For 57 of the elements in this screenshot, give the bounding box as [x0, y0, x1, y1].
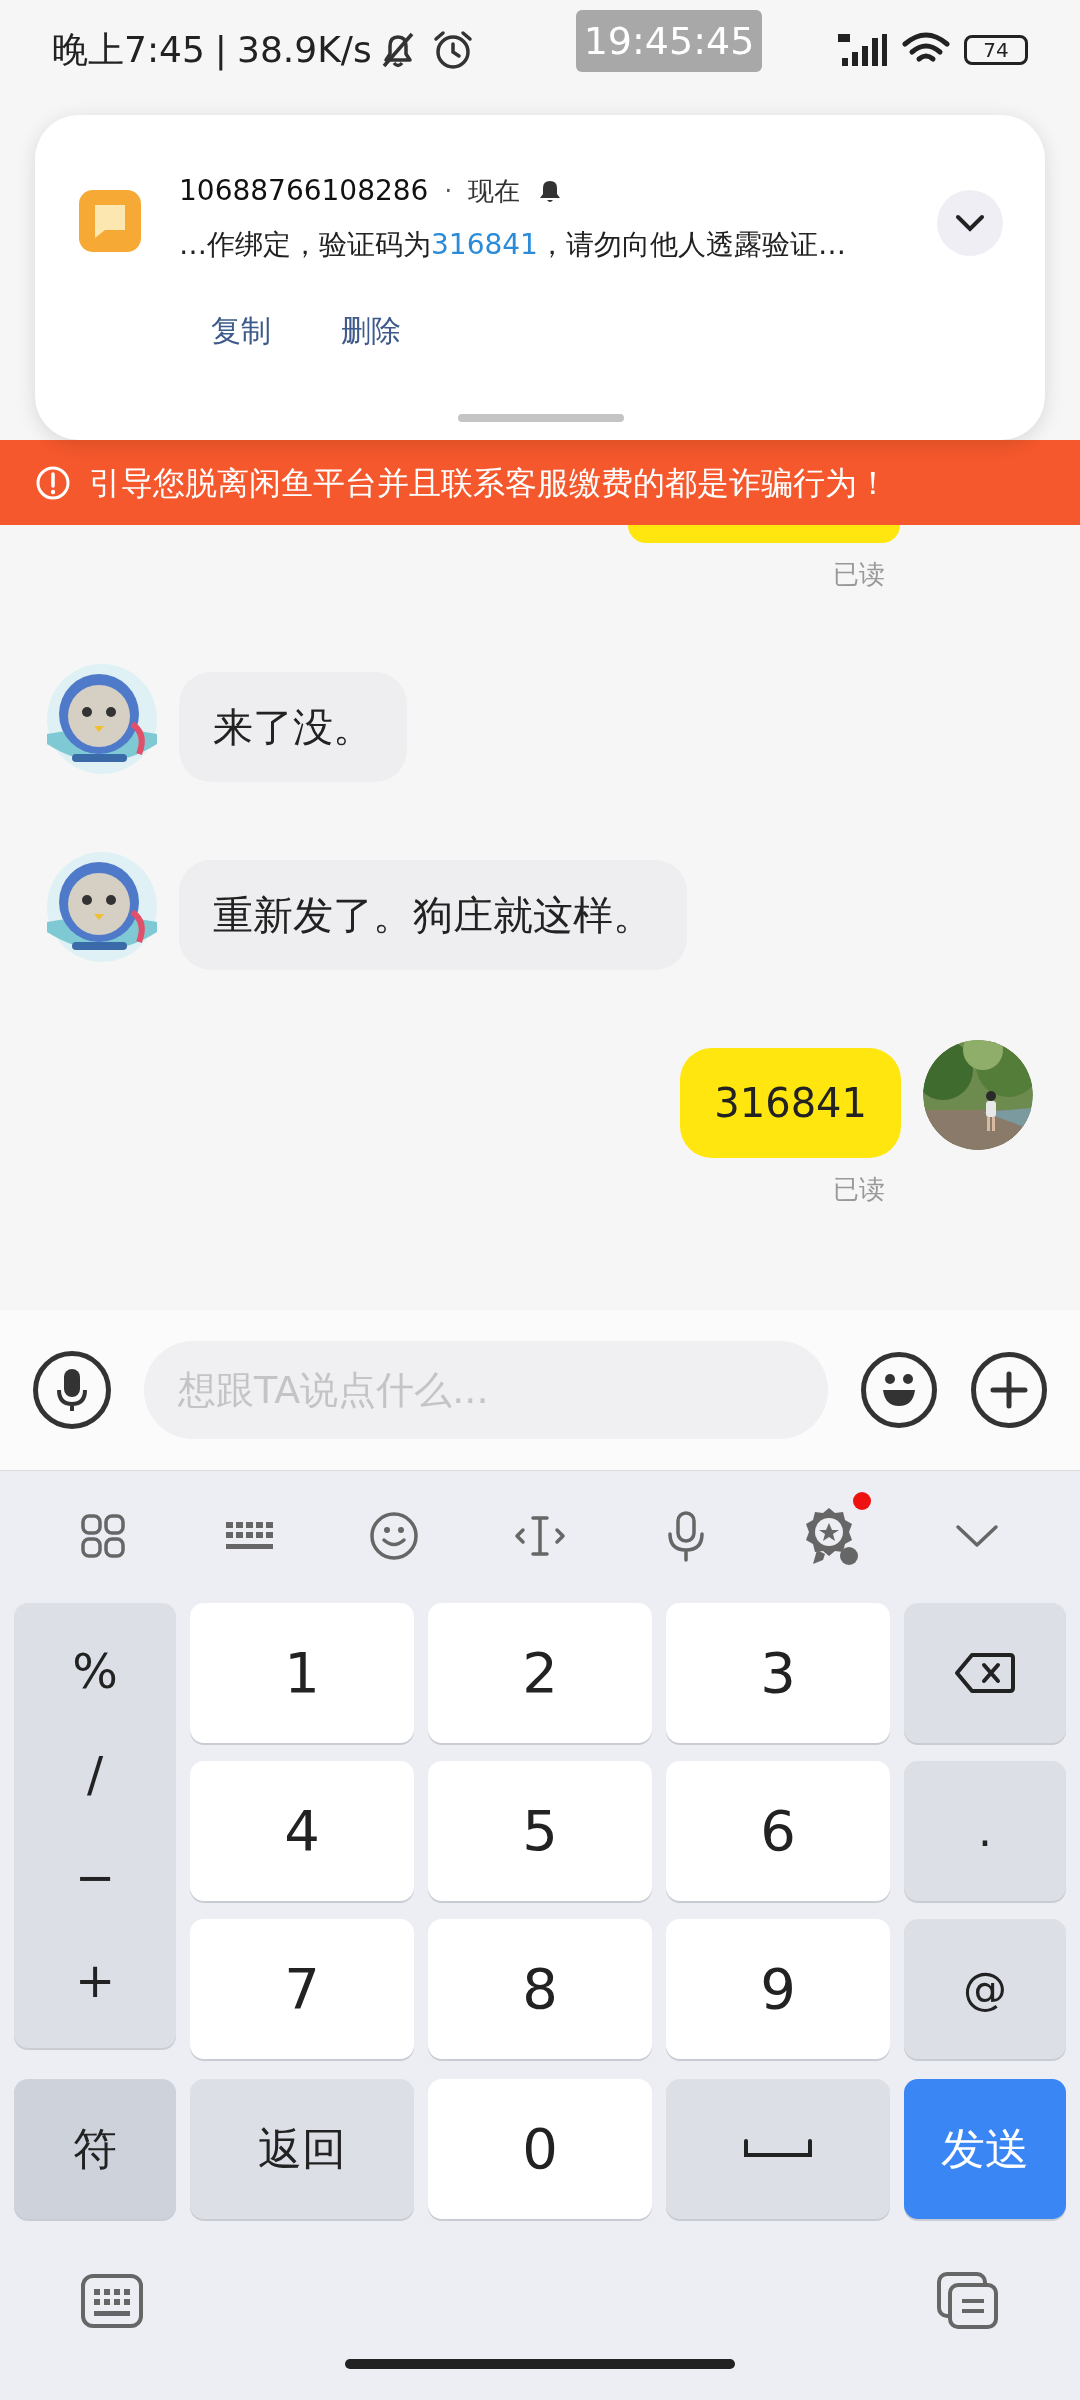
voice-button[interactable]: [33, 1351, 111, 1429]
keyboard-icon[interactable]: [80, 2273, 144, 2329]
digit-key[interactable]: 0: [428, 2079, 652, 2219]
message-app-icon: [79, 190, 141, 252]
separator-dot: ·: [444, 176, 453, 207]
digit-key[interactable]: 4: [190, 1761, 414, 1901]
network-speed: 38.9K/s: [237, 28, 372, 72]
symbol-key[interactable]: @: [904, 1919, 1066, 2059]
message-text: 来了没。: [213, 703, 373, 752]
backspace-key[interactable]: [904, 1603, 1066, 1743]
alarm-icon: [431, 29, 474, 71]
plus-icon: [990, 1371, 1028, 1409]
warning-icon: [35, 464, 71, 501]
sender-number: 10688766108286: [179, 173, 429, 209]
symbols-key[interactable]: 符: [14, 2079, 176, 2219]
digit-key[interactable]: 7: [190, 1919, 414, 2059]
message-text: 316841: [714, 1079, 867, 1128]
notification-message: …作绑定，验证码为316841，请勿向他人透露验证…: [179, 227, 846, 263]
digit-key[interactable]: 9: [666, 1919, 890, 2059]
status-separator: |: [214, 28, 227, 73]
symbol-key[interactable]: +: [74, 1956, 116, 2005]
status-time: 晚上7:45: [52, 28, 205, 72]
read-receipt: 已读: [833, 1173, 885, 1206]
microphone-icon: [57, 1368, 87, 1412]
message-text: 重新发了。狗庄就这样。: [213, 891, 653, 940]
digit-key[interactable]: 3: [666, 1603, 890, 1743]
symbol-key[interactable]: .: [904, 1761, 1066, 1901]
smiley-icon[interactable]: [369, 1511, 420, 1561]
symbol-key[interactable]: −: [74, 1853, 116, 1902]
notification-action[interactable]: 删除: [341, 308, 401, 353]
clipboard-icon[interactable]: [936, 2271, 1000, 2331]
digit-key[interactable]: 1: [190, 1603, 414, 1743]
symbol-key[interactable]: /: [86, 1749, 104, 1798]
warning-text: 引导您脱离闲鱼平台并且联系客服缴费的都是诈骗行为！: [89, 462, 889, 504]
digit-key[interactable]: 8: [428, 1919, 652, 2059]
symbol-key[interactable]: 返回: [190, 2079, 414, 2219]
read-receipt: 已读: [833, 558, 885, 591]
battery-level: 74: [983, 40, 1009, 60]
backspace-icon: [954, 1652, 1016, 1694]
notification-action[interactable]: 复制: [211, 308, 271, 353]
clock-overlay: 19:45:45: [576, 10, 762, 72]
digit-key[interactable]: 2: [428, 1603, 652, 1743]
send-key[interactable]: 发送: [904, 2079, 1066, 2219]
emoji-button[interactable]: [861, 1352, 937, 1428]
drag-handle[interactable]: [458, 414, 624, 422]
signal-icon: [838, 32, 888, 68]
award-badge-icon[interactable]: [803, 1506, 860, 1566]
digit-key[interactable]: 5: [428, 1761, 652, 1901]
space-icon: [743, 2138, 813, 2160]
add-button[interactable]: [971, 1352, 1047, 1428]
microphone-icon[interactable]: [665, 1510, 706, 1562]
grid-icon[interactable]: [78, 1512, 127, 1560]
notification-time: 现在: [468, 174, 521, 208]
chevron-down-icon: [955, 214, 985, 232]
digit-key[interactable]: 6: [666, 1761, 890, 1901]
notification-card[interactable]: 10688766108286 · 现在 …作绑定，验证码为316841，请勿向他人透露验证… 复制 删除: [35, 115, 1045, 440]
symbol-key[interactable]: %: [72, 1646, 118, 1695]
